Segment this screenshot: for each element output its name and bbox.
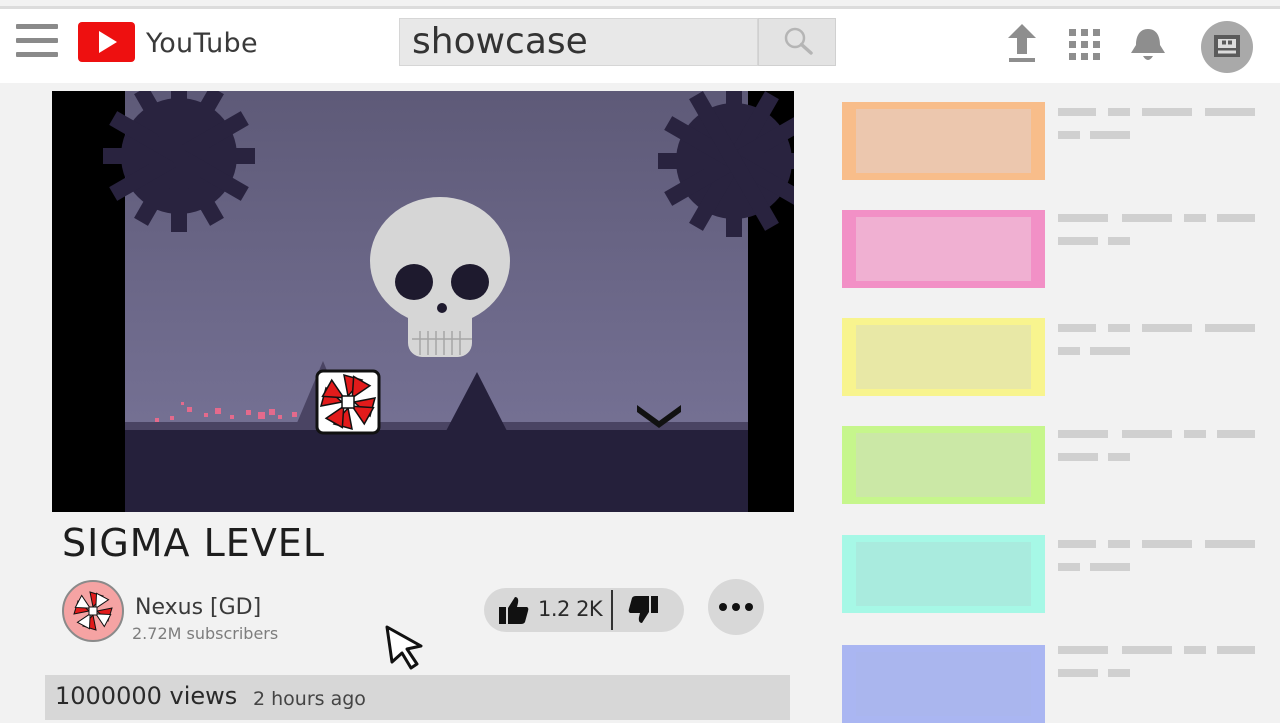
meta-placeholder [1108, 237, 1130, 245]
title-placeholder [1217, 214, 1255, 222]
title-placeholder [1108, 540, 1130, 548]
bell-icon[interactable] [1128, 25, 1168, 65]
recommendation-item[interactable] [842, 426, 1045, 504]
title-placeholder [1142, 324, 1192, 332]
meta-placeholder [1058, 563, 1080, 571]
title-placeholder [1058, 108, 1096, 116]
title-placeholder [1142, 540, 1192, 548]
posted-time: 2 hours ago [253, 688, 366, 710]
recommendation-thumbnail [856, 217, 1031, 281]
title-placeholder [1205, 108, 1255, 116]
meta-placeholder [1058, 453, 1098, 461]
meta-placeholder [1058, 131, 1080, 139]
views-bar: 1000000 views 2 hours ago [45, 675, 790, 720]
title-placeholder [1184, 646, 1206, 654]
recommendation-item[interactable] [842, 210, 1045, 288]
thumbs-up-icon [499, 597, 529, 624]
recommendation-thumbnail [856, 325, 1031, 389]
title-placeholder [1142, 108, 1192, 116]
ground [125, 430, 748, 512]
recommendation-thumbnail [856, 109, 1031, 173]
title-placeholder [1122, 430, 1172, 438]
recommendation-thumbnail [856, 652, 1031, 716]
play-logo-icon[interactable] [78, 22, 135, 62]
channel-name[interactable]: Nexus [GD] [135, 595, 261, 620]
meta-placeholder [1090, 131, 1130, 139]
title-placeholder [1122, 646, 1172, 654]
like-button[interactable]: 1.2 2K [484, 588, 611, 632]
title-placeholder [1184, 430, 1206, 438]
title-placeholder [1058, 540, 1096, 548]
meta-placeholder [1108, 669, 1130, 677]
title-placeholder [1205, 540, 1255, 548]
more-dots-icon [719, 603, 753, 611]
video-player[interactable] [52, 91, 794, 512]
menu-icon[interactable] [16, 24, 58, 58]
cursor-pointer-icon [384, 624, 428, 670]
meta-placeholder [1090, 563, 1130, 571]
title-placeholder [1205, 324, 1255, 332]
search-button[interactable] [758, 18, 836, 66]
player-cube [315, 369, 381, 435]
title-placeholder [1108, 324, 1130, 332]
title-placeholder [1058, 430, 1108, 438]
like-count: 1.2 2K [538, 597, 603, 621]
recommendation-item[interactable] [842, 645, 1045, 723]
meta-placeholder [1058, 237, 1098, 245]
view-count: 1000000 views [55, 682, 238, 710]
title-placeholder [1108, 108, 1130, 116]
title-placeholder [1058, 214, 1108, 222]
search-input[interactable]: showcase [399, 18, 758, 66]
meta-placeholder [1058, 347, 1080, 355]
subscriber-count: 2.72M subscribers [132, 624, 279, 643]
dislike-button[interactable] [613, 588, 684, 632]
thumbs-down-icon [628, 596, 658, 623]
channel-avatar[interactable] [62, 580, 124, 642]
more-options-button[interactable] [708, 579, 764, 635]
recommendation-thumbnail [856, 433, 1031, 497]
meta-placeholder [1108, 453, 1130, 461]
search-icon [784, 27, 813, 55]
search-query: showcase [412, 21, 588, 62]
recommendation-item[interactable] [842, 102, 1045, 180]
brand-name[interactable]: YouTube [146, 28, 258, 59]
meta-placeholder [1058, 669, 1098, 677]
video-title: SIGMA LEVEL [62, 521, 325, 565]
title-placeholder [1184, 214, 1206, 222]
recommendation-thumbnail [856, 542, 1031, 606]
recommendation-item[interactable] [842, 318, 1045, 396]
account-icon[interactable] [1201, 21, 1253, 73]
meta-placeholder [1090, 347, 1130, 355]
title-placeholder [1058, 324, 1096, 332]
title-placeholder [1122, 214, 1172, 222]
upload-icon[interactable] [1006, 22, 1038, 64]
recommendation-item[interactable] [842, 535, 1045, 613]
title-placeholder [1217, 646, 1255, 654]
apps-icon[interactable] [1068, 28, 1102, 62]
title-placeholder [1217, 430, 1255, 438]
title-placeholder [1058, 646, 1108, 654]
